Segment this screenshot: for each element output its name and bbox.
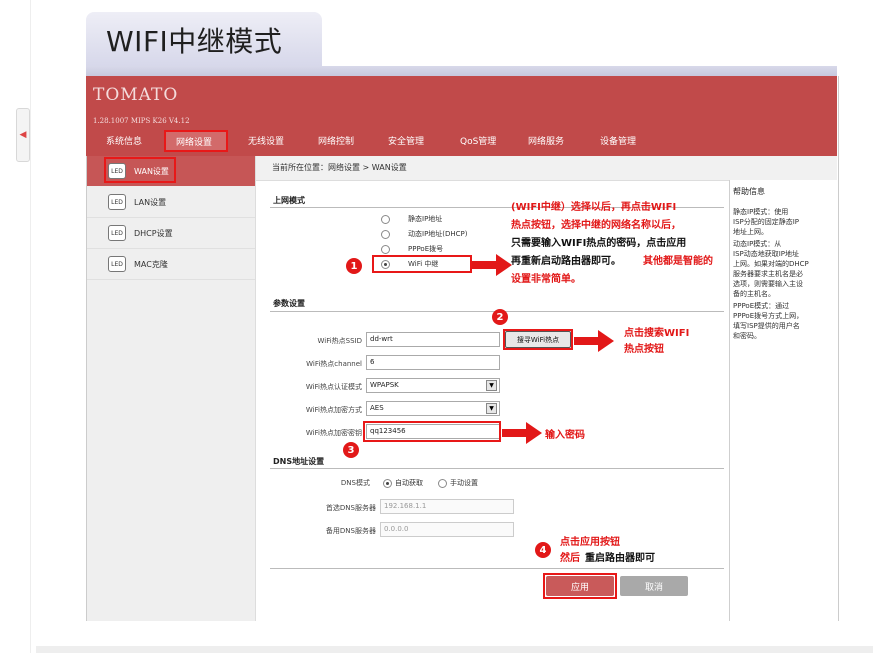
help-text: ISP动态地获取IP地址 [733, 250, 800, 258]
section-title-connection: 上网模式 [273, 196, 305, 205]
annotation-text: 热点按钮，选择中继的网络名称以后， [511, 220, 681, 231]
nav-device-management[interactable]: 设备管理 [600, 134, 636, 147]
radio-static-ip[interactable] [381, 215, 390, 224]
annotation-text: 输入密码 [545, 430, 585, 441]
radio-dns-auto[interactable] [383, 479, 392, 488]
footer-bar [36, 646, 873, 653]
sidebar-item-label: LAN设置 [134, 198, 167, 207]
divider [270, 468, 724, 469]
section-title-dns: DNS地址设置 [273, 457, 325, 466]
annotation-text: (WIFI中继）选择以后，再点击WIFI [511, 202, 677, 213]
router-icon: LED [108, 194, 126, 210]
nav-qos[interactable]: QoS管理 [460, 134, 496, 147]
option-label: 自动获取 [395, 479, 423, 487]
help-text: 备的主机名。 [733, 290, 775, 298]
highlight-box [104, 157, 176, 183]
sidebar-item-label: DHCP设置 [134, 229, 173, 238]
sidebar-item-label: MAC克隆 [134, 260, 168, 269]
chevron-down-icon[interactable]: ▼ [486, 380, 497, 391]
router-icon: LED [108, 256, 126, 272]
field-label: WiFi热点SSID [317, 337, 362, 345]
field-label: WiFi热点加密方式 [305, 406, 362, 414]
help-text: 和密码。 [733, 332, 761, 340]
secondary-dns-input[interactable]: 0.0.0.0 [380, 522, 514, 537]
cancel-button[interactable]: 取消 [620, 576, 688, 596]
field-label: DNS模式 [340, 479, 370, 487]
ssid-input[interactable]: dd-wrt [366, 332, 500, 347]
highlight-box [372, 255, 472, 273]
arrow-right-icon [574, 330, 614, 352]
router-brand: TOMATO [93, 85, 179, 105]
left-gutter [0, 0, 31, 653]
router-version: 1.28.1007 MIPS K26 V4.12 [93, 117, 190, 125]
router-icon: LED [108, 225, 126, 241]
primary-dns-input[interactable]: 192.168.1.1 [380, 499, 514, 514]
annotation-text: 其他都是智能的 [643, 256, 713, 267]
help-title: 帮助信息 [733, 187, 765, 196]
step-number-1: 1 [346, 258, 362, 274]
radio-dns-manual[interactable] [438, 479, 447, 488]
highlight-box [543, 573, 617, 599]
annotation-text: 点击应用按钮 [560, 537, 620, 548]
radio-pppoe[interactable] [381, 245, 390, 254]
help-text: PPPoE拨号方式上网， [733, 312, 804, 320]
arrow-right-icon [502, 422, 542, 444]
breadcrumb: 当前所在位置：网络设置 > WAN设置 [272, 163, 407, 172]
nav-network-settings[interactable]: 网络设置 [176, 135, 212, 148]
annotation-text: 再重新启动路由器即可。 [511, 256, 621, 267]
annotation-text: 重启路由器即可 [585, 553, 655, 564]
annotation-text: 然后 [560, 553, 580, 564]
field-label: WiFi热点channel [306, 360, 362, 368]
field-label: 首选DNS服务器 [325, 504, 376, 512]
step-number-4: 4 [535, 542, 551, 558]
page-title: WIFI中继模式 [106, 25, 283, 58]
help-text: 地址上网。 [733, 228, 768, 236]
nav-network-control[interactable]: 网络控制 [318, 134, 354, 147]
help-text: 静态IP模式：使用 [733, 208, 789, 216]
divider [270, 568, 724, 569]
annotation-text: 点击搜索WIFI [624, 328, 690, 339]
step-number-3: 3 [343, 442, 359, 458]
encryption-select[interactable]: AES [366, 401, 500, 416]
radio-dhcp[interactable] [381, 230, 390, 239]
highlight-box [363, 421, 501, 442]
help-text: ISP分配的固定静态IP [733, 218, 800, 226]
field-label: 备用DNS服务器 [325, 527, 376, 535]
chevron-down-icon[interactable]: ▼ [486, 403, 497, 414]
help-text: 上网。如果对端的DHCP [733, 260, 809, 268]
help-text: 填写ISP提供的用户名 [733, 322, 800, 330]
collapse-arrow-icon[interactable]: ◀ [16, 108, 30, 162]
title-underline [86, 66, 837, 76]
help-text: PPPoE模式：通过 [733, 302, 790, 310]
channel-input[interactable]: 6 [366, 355, 500, 370]
highlight-box [503, 329, 573, 350]
field-label: WiFi热点认证模式 [305, 383, 362, 391]
annotation-text: 设置非常简单。 [511, 274, 581, 285]
step-number-2: 2 [492, 309, 508, 325]
help-text: 服务器要求主机名是必 [733, 270, 803, 278]
option-label: PPPoE拨号 [408, 245, 444, 253]
auth-mode-select[interactable]: WPAPSK [366, 378, 500, 393]
nav-wireless-settings[interactable]: 无线设置 [248, 134, 284, 147]
option-label: 静态IP地址 [408, 215, 443, 223]
field-label: WiFi热点加密密钥 [305, 429, 362, 437]
option-label: 手动设置 [450, 479, 478, 487]
annotation-text: 热点按钮 [624, 344, 664, 355]
section-title-params: 参数设置 [273, 299, 305, 308]
nav-system-info[interactable]: 系统信息 [106, 134, 142, 147]
help-text: 选项，则需要输入主设 [733, 280, 803, 288]
nav-security[interactable]: 安全管理 [388, 134, 424, 147]
nav-network-services[interactable]: 网络服务 [528, 134, 564, 147]
option-label: 动态IP地址(DHCP) [408, 230, 468, 238]
help-text: 动态IP模式：从 [733, 240, 782, 248]
arrow-right-icon [472, 254, 512, 276]
annotation-text: 只需要输入WIFI热点的密码，点击应用 [511, 238, 687, 249]
